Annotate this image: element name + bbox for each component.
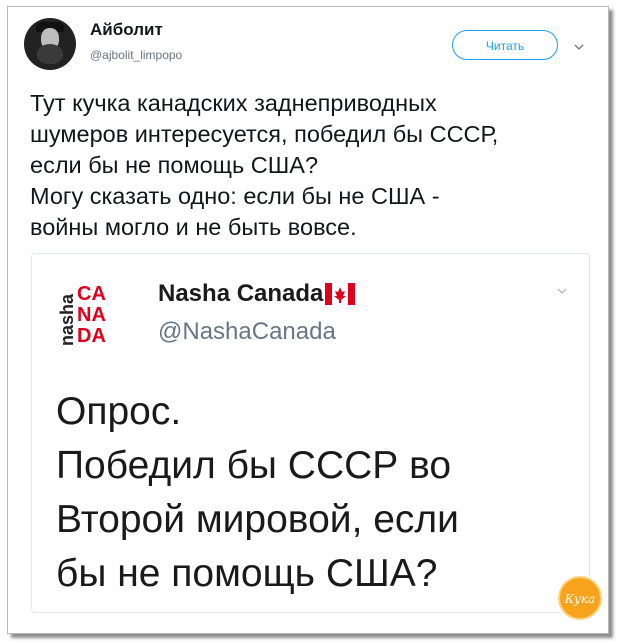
svg-text:Кука: Кука [564, 592, 596, 606]
follow-button[interactable]: Читать [452, 30, 558, 60]
canada-flag-icon [325, 283, 356, 305]
quoted-line: Второй мировой, если [56, 498, 459, 541]
quoted-line: Опрос. [56, 390, 182, 433]
svg-text:CA: CA [77, 283, 106, 305]
chevron-down-icon[interactable] [557, 286, 567, 296]
tweet-line: войны могло и не быть вовсе. [30, 214, 357, 240]
svg-text:NA: NA [77, 304, 106, 326]
svg-text:nasha: nasha [57, 293, 77, 346]
watermark-badge-icon: Кука [558, 576, 602, 620]
author-avatar[interactable] [24, 18, 76, 70]
nasha-canada-logo: nasha CA NA DA [57, 283, 106, 347]
quoted-line: бы не помощь США? [56, 552, 438, 595]
chevron-down-icon[interactable] [574, 42, 584, 52]
avatar-beard [37, 44, 63, 64]
quoted-author-handle[interactable]: @NashaCanada [158, 318, 336, 346]
quoted-line: Победил бы СССР во [56, 444, 452, 487]
tweet-line: Могу сказать одно: если бы не США - [30, 183, 440, 209]
author-handle[interactable]: @ajbolit_limpopo [90, 48, 182, 62]
tweet-line: если бы не помощь США? [30, 152, 319, 178]
tweet-line: Тут кучка канадских заднеприводных [30, 90, 437, 116]
quoted-tweet-text: Опрос. Победил бы СССР во Второй мировой… [56, 385, 576, 601]
quoted-author-label: Nasha Canada [158, 280, 324, 307]
tweet-line: шумеров интересуется, победил бы СССР, [30, 121, 499, 147]
quoted-author-name[interactable]: Nasha Canada [158, 280, 356, 308]
svg-text:DA: DA [77, 325, 106, 347]
tweet-text: Тут кучка канадских заднеприводных шумер… [30, 88, 590, 243]
author-name[interactable]: Айболит [90, 20, 163, 40]
